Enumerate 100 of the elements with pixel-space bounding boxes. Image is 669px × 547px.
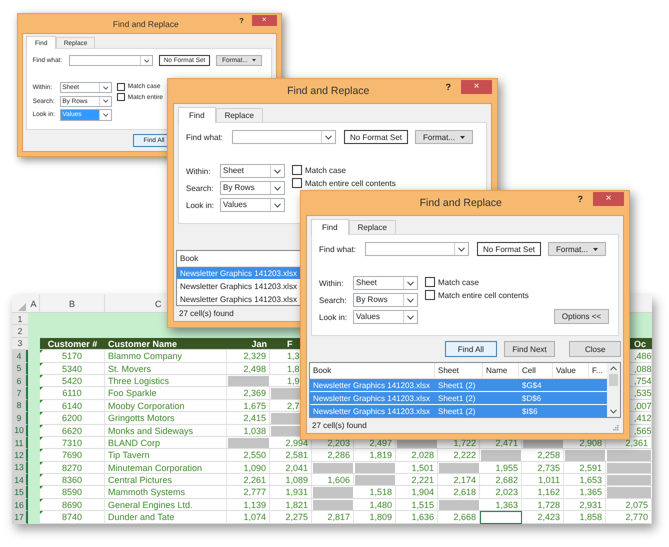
- result-text: Newsletter Graphics 141203.xlsx: [312, 380, 431, 390]
- table-cell: 1,074: [227, 511, 270, 524]
- help-button[interactable]: ?: [238, 16, 246, 26]
- row-header[interactable]: 8: [12, 400, 28, 412]
- highlighted-blank-cell: [607, 487, 651, 498]
- close-button[interactable]: ×: [461, 80, 492, 94]
- highlighted-blank-cell: [439, 500, 479, 510]
- column-heading: Customer Name: [107, 338, 178, 350]
- close-button[interactable]: ×: [593, 192, 624, 206]
- row-header[interactable]: 1: [12, 313, 28, 326]
- active-cell[interactable]: [480, 511, 522, 524]
- row-header[interactable]: 16: [12, 498, 28, 512]
- chevron-icon: [458, 246, 465, 252]
- table-cell: 2,817: [312, 511, 354, 524]
- result-text: Newsletter Graphics 141203.xlsx: [179, 268, 298, 278]
- help-button[interactable]: ?: [444, 82, 453, 92]
- highlighted-blank-cell: [439, 462, 479, 474]
- highlighted-blank-cell: [607, 450, 651, 461]
- dialog-button[interactable]: Close: [569, 341, 622, 357]
- highlighted-blank-cell: [355, 475, 395, 486]
- status-text: 27 cell(s) found: [312, 421, 367, 430]
- row-header[interactable]: 10: [12, 424, 28, 437]
- highlighted-blank-cell: [607, 462, 651, 474]
- list-column-header[interactable]: Value: [553, 363, 589, 378]
- dropdown[interactable]: Sheet: [353, 276, 418, 290]
- result-text: $I$6: [521, 406, 539, 416]
- result-text: $D$6: [521, 394, 542, 402]
- tab[interactable]: Replace: [216, 108, 263, 122]
- find-what-field[interactable]: [365, 242, 469, 256]
- field-label: Find what:: [319, 244, 357, 254]
- field-label: Look in:: [319, 312, 348, 322]
- row-header[interactable]: 2: [12, 325, 28, 338]
- chevron-icon: [274, 186, 281, 190]
- dropdown[interactable]: By Rows: [220, 181, 285, 195]
- row-header[interactable]: 5: [12, 362, 28, 375]
- checkbox[interactable]: [117, 82, 126, 91]
- tab[interactable]: Find: [311, 219, 349, 235]
- highlighted-blank-cell: [228, 376, 269, 386]
- checkbox[interactable]: [117, 93, 126, 102]
- chevron-icon: [274, 168, 281, 174]
- chevron-icon: [407, 314, 414, 320]
- row-header[interactable]: 15: [12, 486, 28, 499]
- dialog-button[interactable]: Find All: [445, 341, 497, 357]
- row-header[interactable]: 9: [12, 412, 28, 425]
- row-header[interactable]: 14: [12, 474, 28, 486]
- dropdown-value: Values: [355, 311, 381, 323]
- dropdown[interactable]: Values: [353, 310, 418, 324]
- table-cell: 1,858: [564, 511, 606, 524]
- checkbox[interactable]: [425, 277, 435, 287]
- table-cell: 8740: [40, 511, 105, 524]
- size-grip-icon[interactable]: [612, 424, 619, 431]
- row-header[interactable]: 12: [12, 449, 28, 462]
- checkbox[interactable]: [425, 290, 435, 300]
- row-header[interactable]: 17: [12, 511, 28, 524]
- tab[interactable]: Replace: [348, 220, 396, 234]
- dropdown[interactable]: By Rows: [353, 293, 418, 307]
- format-button[interactable]: Format...: [548, 242, 606, 256]
- options-button[interactable]: Options <<: [554, 309, 609, 324]
- checkbox[interactable]: [292, 178, 302, 188]
- scrollbar[interactable]: [607, 363, 620, 417]
- caret-icon: [252, 59, 256, 62]
- close-button[interactable]: ×: [252, 14, 277, 26]
- list-column-header[interactable]: Cell: [519, 363, 553, 378]
- tab[interactable]: Find: [178, 107, 216, 123]
- row-header[interactable]: 7: [12, 387, 28, 400]
- checkbox-label: Match case: [305, 166, 346, 174]
- field-label: Search:: [186, 184, 215, 192]
- column-header[interactable]: B: [40, 295, 105, 313]
- format-button[interactable]: Format...: [415, 130, 473, 144]
- window-title: Find and Replace: [418, 197, 503, 209]
- result-text: Newsletter Graphics 141203.xlsx: [312, 406, 431, 416]
- find-what-field[interactable]: [232, 130, 336, 144]
- highlighted-blank-cell: [228, 438, 269, 448]
- scroll-up-icon[interactable]: [610, 366, 617, 371]
- checkbox[interactable]: [292, 165, 302, 175]
- scroll-thumb[interactable]: [609, 374, 618, 386]
- window-title: Find and Replace: [112, 18, 180, 29]
- find-what-field[interactable]: [69, 54, 153, 66]
- row-header[interactable]: 6: [12, 374, 28, 388]
- field-label: Within:: [319, 278, 344, 288]
- dropdown-value: Sheet: [222, 165, 245, 177]
- row-header[interactable]: 4: [12, 350, 28, 363]
- list-column-header[interactable]: Sheet: [435, 363, 483, 378]
- result-text: $G$4: [521, 380, 543, 390]
- dropdown[interactable]: Values: [220, 198, 285, 212]
- row-header[interactable]: 13: [12, 462, 28, 474]
- help-button[interactable]: ?: [576, 194, 585, 204]
- dialog-button[interactable]: Find Next: [504, 341, 556, 357]
- window-title: Find and Replace: [286, 85, 370, 97]
- highlighted-blank-cell: [607, 475, 651, 486]
- dropdown-value: By Rows: [355, 294, 389, 306]
- row-header[interactable]: 11: [12, 436, 28, 450]
- scroll-down-icon[interactable]: [610, 409, 617, 414]
- row-header[interactable]: 3: [12, 338, 28, 350]
- table-cell: 1,809: [354, 511, 396, 524]
- column-header[interactable]: A: [28, 295, 40, 313]
- table-cell: Dunder and Tate: [105, 511, 227, 524]
- dropdown[interactable]: Sheet: [220, 164, 285, 178]
- list-column-header[interactable]: Name: [483, 363, 519, 378]
- list-column-header[interactable]: Book: [310, 363, 435, 378]
